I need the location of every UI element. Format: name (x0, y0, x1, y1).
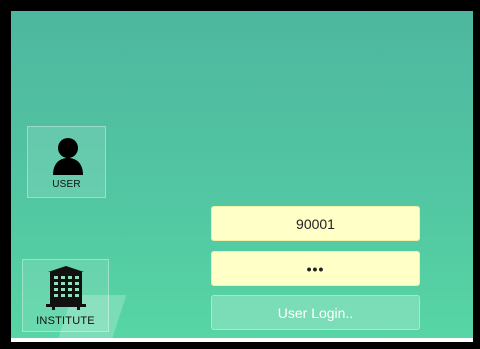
login-screen: USER INSTITUTE 90001 ••• User Login.. (11, 11, 473, 342)
user-icon (53, 138, 83, 175)
password-input[interactable]: ••• (211, 251, 420, 286)
institute-tile-label: INSTITUTE (36, 315, 95, 327)
device-frame: USER INSTITUTE 90001 ••• User Login.. (0, 0, 480, 349)
bottom-divider (11, 338, 473, 342)
user-tile-button[interactable]: USER (27, 126, 106, 198)
building-icon (46, 266, 86, 310)
user-id-input[interactable]: 90001 (211, 206, 420, 241)
institute-tile-button[interactable]: INSTITUTE (22, 259, 109, 332)
user-tile-label: USER (52, 179, 81, 190)
user-login-button[interactable]: User Login.. (211, 295, 420, 330)
